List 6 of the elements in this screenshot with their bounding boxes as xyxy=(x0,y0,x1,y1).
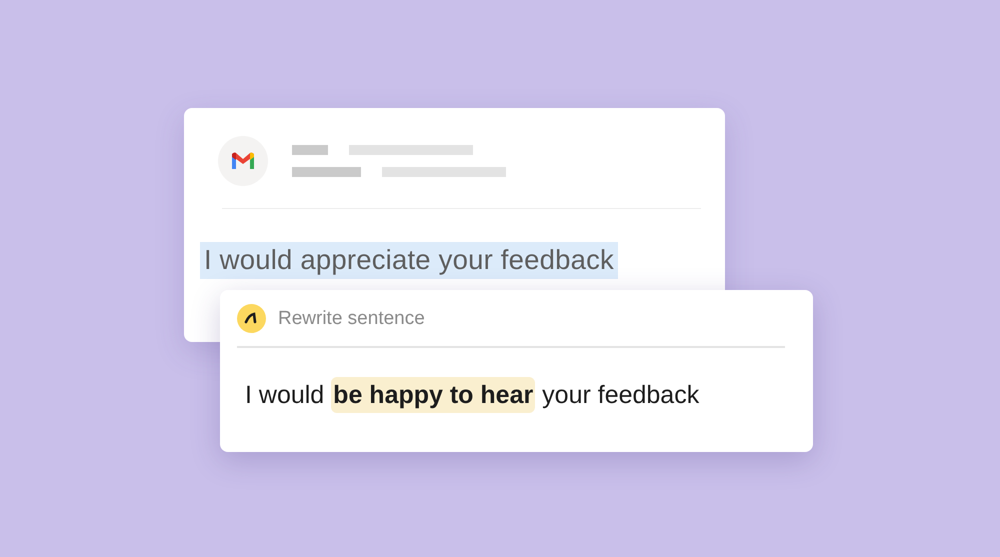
placeholder-bar xyxy=(292,145,328,155)
mail-logo-icon xyxy=(230,151,256,171)
popup-title: Rewrite sentence xyxy=(278,308,425,330)
pen-logo-icon xyxy=(237,304,266,333)
email-sentence: I would appreciate your feedback xyxy=(200,242,618,279)
placeholder-bar xyxy=(292,167,361,177)
